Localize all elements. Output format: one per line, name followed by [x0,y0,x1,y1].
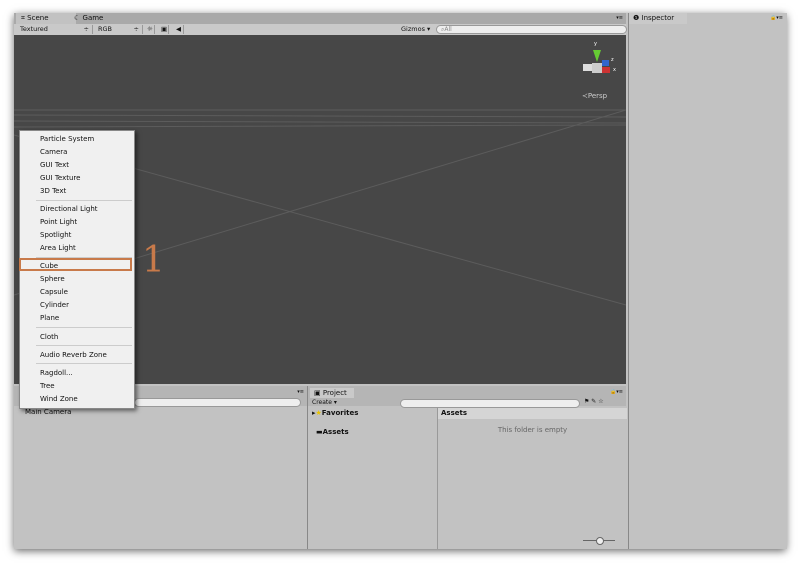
menu-item-cloth[interactable]: Cloth [40,331,58,343]
panel-menu-icon[interactable]: 🔒▾≡ [610,389,623,395]
hierarchy-item[interactable]: Main Camera [25,408,71,416]
shading-value: Textured [20,25,48,33]
filter-icons[interactable]: ⚑ ✎ ☆ [584,398,604,405]
hierarchy-search-input[interactable] [134,398,301,407]
assets-header: Assets [438,408,627,419]
project-title: Project [322,389,347,397]
step-annotation: 1 [142,240,165,281]
scene-tab-bar: ⌗ Scene ☾ Game ▾≡ [14,13,626,24]
menu-separator [36,200,132,201]
menu-item-area-light[interactable]: Area Light [40,242,76,254]
lighting-toggle-icon[interactable]: ☼ [141,25,155,34]
panel-menu-icon[interactable]: ▾≡ [297,389,304,395]
menu-item-tree[interactable]: Tree [40,380,55,392]
menu-item-gui-texture[interactable]: GUI Texture [40,172,80,184]
menu-separator [36,363,132,364]
favorites-label: Favorites [321,409,359,417]
menu-separator [36,345,132,346]
z-label: z [611,57,614,63]
menu-item-particle-system[interactable]: Particle System [40,133,94,145]
gizmo-cube-icon [592,63,602,73]
panel-menu-icon[interactable]: ▾≡ [616,15,623,21]
menu-item-wind-zone[interactable]: Wind Zone [40,393,78,405]
menu-item-3d-text[interactable]: 3D Text [40,185,66,197]
tab-label: Game [82,14,104,22]
menu-item-sphere[interactable]: Sphere [40,273,65,285]
menu-item-ragdoll[interactable]: Ragdoll... [40,367,73,379]
tab-inspector[interactable]: ❶ Inspector [629,13,687,24]
x-label: x [613,67,616,73]
menu-item-gui-text[interactable]: GUI Text [40,159,69,171]
assets-label: Assets [322,428,349,436]
search-placeholder: All [444,26,452,33]
tab-game[interactable]: ☾ Game [69,13,108,24]
assets-folder[interactable]: ▬Assets [316,428,349,436]
menu-item-audio-reverb-zone[interactable]: Audio Reverb Zone [40,349,107,361]
menu-item-camera[interactable]: Camera [40,146,67,158]
tab-label: Scene [27,14,49,22]
gizmos-label: Gizmos [401,25,425,33]
x-neg-cone-icon [583,64,592,71]
inspector-panel: ❶ Inspector 🔒▾≡ [628,13,787,549]
project-search-input[interactable] [400,399,580,408]
menu-item-spotlight[interactable]: Spotlight [40,229,71,241]
menu-item-cylinder[interactable]: Cylinder [40,299,69,311]
create-dropdown[interactable]: Create ▾ [312,399,337,406]
persp-label[interactable]: ≺Persp [582,92,607,100]
y-axis-cone-icon [593,50,601,62]
menu-item-point-light[interactable]: Point Light [40,216,77,228]
render-value: RGB [98,25,113,33]
menu-item-plane[interactable]: Plane [40,312,59,324]
x-axis-cone-icon [602,67,610,73]
menu-item-directional-light[interactable]: Directional Light [40,203,98,215]
empty-message: This folder is empty [497,426,568,434]
z-axis-cone-icon [602,60,609,66]
tab-scene[interactable]: ⌗ Scene [16,13,76,24]
persp-text: Persp [587,92,608,100]
create-label: Create [312,399,332,406]
gizmos-dropdown[interactable]: Gizmos ▾ [395,25,431,34]
cube-highlight-box [19,258,132,271]
shading-dropdown[interactable]: Textured ÷ [14,25,93,34]
project-panel: ▣ Project 🔒▾≡ Create ▾ ⚑ ✎ ☆ ▸★Favorites… [308,386,627,549]
slider-thumb[interactable] [596,537,604,545]
lock-icon[interactable]: 🔒▾≡ [770,15,783,21]
assets-view: Assets This folder is empty [437,408,627,549]
menu-separator [36,327,132,328]
scene-search-input[interactable]: ⌕All [436,25,627,34]
tab-project[interactable]: ▣ Project [310,388,354,398]
render-mode-dropdown[interactable]: RGB ÷ [92,25,143,34]
orientation-gizmo[interactable]: y z x [580,41,620,85]
y-label: y [594,41,597,47]
favorites-item[interactable]: ▸★Favorites [312,409,358,417]
audio-toggle-icon[interactable]: ◀ [170,25,184,34]
image-toggle-icon[interactable]: ▣ [155,25,169,34]
menu-item-capsule[interactable]: Capsule [40,286,68,298]
inspector-title: Inspector [641,14,675,22]
hierarchy-panel: ▾≡ Main Camera [14,386,308,549]
